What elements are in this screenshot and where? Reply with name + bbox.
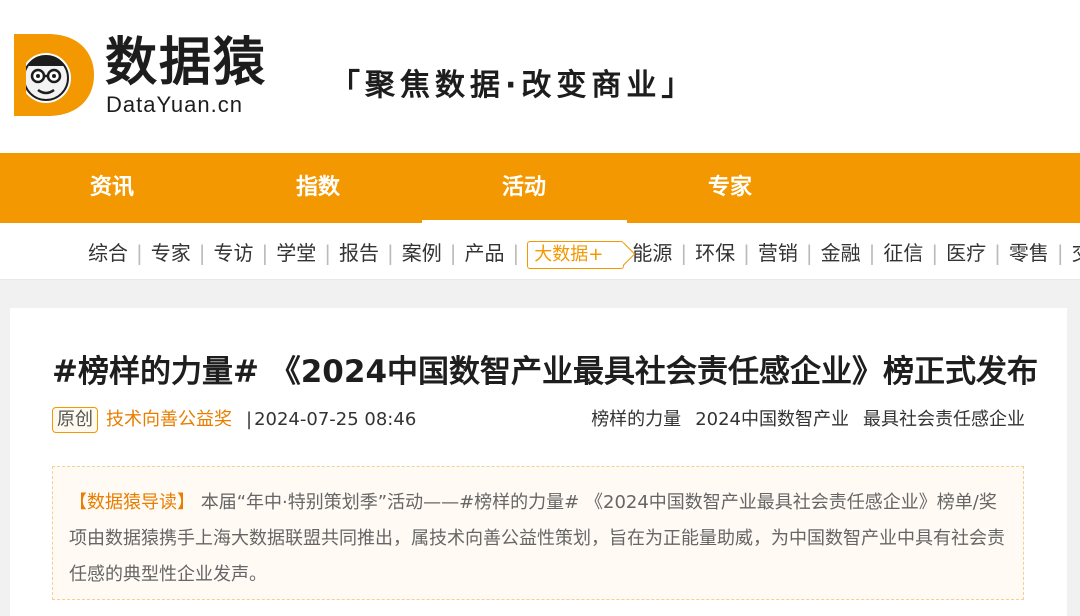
main-nav-item-news[interactable]: 资讯 xyxy=(9,153,215,223)
sub-nav-separator: | xyxy=(1056,241,1064,265)
sub-nav-separator: | xyxy=(931,241,939,265)
summary-text: 本届“年中·特别策划季”活动——#榜样的力量# 《2024中国数智产业最具社会责… xyxy=(69,492,1005,585)
sub-nav-item[interactable]: 综合 xyxy=(88,237,128,266)
sub-nav-separator: | xyxy=(324,241,331,265)
monkey-logo-icon xyxy=(14,34,94,116)
sub-nav-item[interactable]: 产品 xyxy=(465,237,505,266)
sub-nav-item[interactable]: 专访 xyxy=(214,237,254,266)
article-summary: 【数据猿导读】 本届“年中·特别策划季”活动——#榜样的力量# 《2024中国数… xyxy=(52,466,1024,600)
sub-nav-item[interactable]: 医疗 xyxy=(946,237,986,266)
main-nav-item-experts[interactable]: 专家 xyxy=(627,153,833,223)
article-tag[interactable]: 2024中国数智产业 xyxy=(695,409,849,430)
sub-nav-item[interactable]: 能源 xyxy=(632,237,672,266)
article-meta: 原创 技术向善公益奖 | 2024-07-25 08:46 xyxy=(52,405,416,435)
logo-domain: DataYuan.cn xyxy=(106,92,243,117)
logo-name: 数据猿 xyxy=(105,33,268,93)
sub-nav-item[interactable]: 专家 xyxy=(151,237,191,266)
article-date: 2024-07-25 08:46 xyxy=(254,409,417,430)
summary-lead: 【数据猿导读】 xyxy=(69,492,195,513)
site-header: 数据猿 DataYuan.cn 「聚焦数据·改变商业」 xyxy=(0,0,1080,153)
sub-nav-separator: | xyxy=(387,241,394,265)
article-tag[interactable]: 榜样的力量 xyxy=(591,409,681,430)
sub-nav-item[interactable]: 环保 xyxy=(695,237,735,266)
article-tag[interactable]: 最具社会责任感企业 xyxy=(863,409,1025,430)
article-tags: 榜样的力量 2024中国数智产业 最具社会责任感企业 xyxy=(577,405,1025,431)
sub-nav-separator: | xyxy=(261,241,269,265)
sub-nav-item[interactable]: 征信 xyxy=(883,237,923,266)
meta-divider: | xyxy=(246,409,253,430)
main-nav-item-index[interactable]: 指数 xyxy=(215,153,421,223)
sub-nav-separator: | xyxy=(868,241,876,265)
sub-nav-item[interactable]: 交 xyxy=(1072,237,1080,266)
sub-nav-item[interactable]: 报告 xyxy=(339,237,379,266)
sub-nav-separator: | xyxy=(449,241,457,265)
sub-nav-separator: | xyxy=(136,241,143,265)
sub-nav-item[interactable]: 学堂 xyxy=(276,237,316,266)
sub-nav: 综合 | 专家 | 专访 | 学堂 | 报告 | 案例 | 产品 | 大数据+ 能源 | 环保 | 营销 | 金融 | 征信 |… xyxy=(0,223,1080,280)
sub-nav-tag-bigdata[interactable]: 大数据+ xyxy=(527,241,636,269)
original-badge: 原创 xyxy=(52,407,98,433)
sub-nav-item[interactable]: 案例 xyxy=(402,237,442,266)
sub-nav-item[interactable]: 营销 xyxy=(758,237,798,266)
sub-nav-separator: | xyxy=(680,241,688,265)
sub-nav-separator: | xyxy=(743,241,750,265)
sub-nav-separator: | xyxy=(198,241,206,265)
sub-nav-list: 综合 | 专家 | 专访 | 学堂 | 报告 | 案例 | 产品 | 大数据+ 能源 | 环保 | 营销 | 金融 | 征信 |… xyxy=(88,237,1080,269)
sub-nav-item[interactable]: 零售 xyxy=(1009,237,1049,266)
article-category-link[interactable]: 技术向善公益奖 xyxy=(106,405,232,431)
article-card: #榜样的力量# 《2024中国数智产业最具社会责任感企业》榜正式发布 原创 技术向… xyxy=(10,308,1067,616)
sub-nav-separator: | xyxy=(994,241,1001,265)
sub-nav-tag-label: 大数据+ xyxy=(534,244,604,265)
main-nav-item-events[interactable]: 活动 xyxy=(421,153,627,223)
sub-nav-item[interactable]: 金融 xyxy=(821,237,861,266)
site-logo[interactable]: 数据猿 DataYuan.cn xyxy=(8,30,288,120)
sub-nav-separator: | xyxy=(512,241,520,265)
main-nav: 资讯 指数 活动 专家 xyxy=(0,153,1080,223)
site-slogan: 「聚焦数据·改变商业」 xyxy=(330,68,697,103)
article-title: #榜样的力量# 《2024中国数智产业最具社会责任感企业》榜正式发布 xyxy=(52,354,1039,390)
sub-nav-separator: | xyxy=(805,241,813,265)
